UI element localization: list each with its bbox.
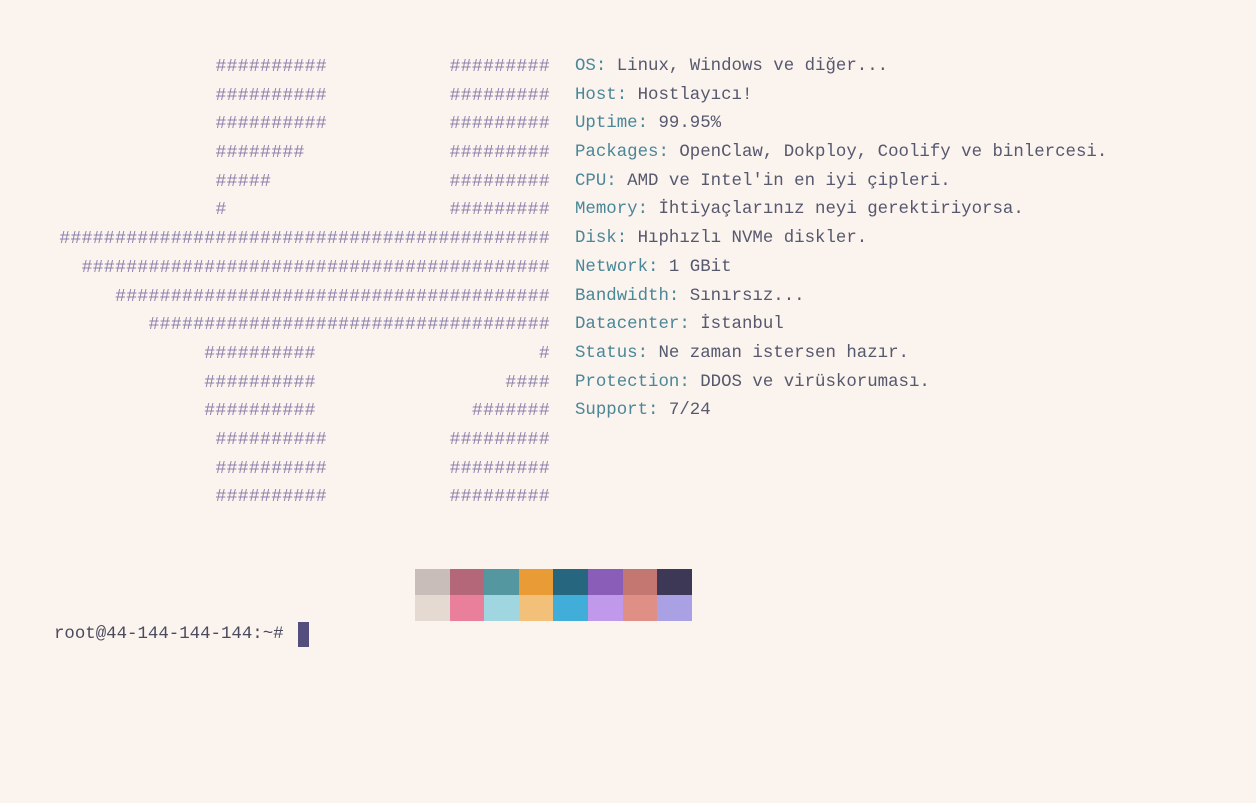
system-info-value: İstanbul	[689, 315, 784, 335]
color-swatch-bright-1	[449, 595, 485, 621]
system-info-key: Memory:	[575, 200, 649, 220]
system-info-value: 7/24	[658, 401, 711, 421]
command-prompt[interactable]: root@44-144-144-144:~#	[54, 621, 310, 648]
system-info-list: OS: Linux, Windows ve diğer... Host: Host…	[575, 53, 1245, 426]
color-swatch-normal-0	[415, 569, 450, 595]
ascii-logo-line: ########## #########	[215, 429, 550, 450]
system-info-key: Status:	[575, 343, 649, 363]
color-swatch-bright-6	[622, 595, 658, 621]
ascii-logo-line: ########################################…	[59, 229, 550, 250]
system-info-row: Bandwidth: Sınırsız...	[575, 283, 1245, 312]
ascii-logo-line: ########## #########	[215, 85, 550, 106]
system-info-value: Hıphızlı NVMe diskler.	[627, 229, 868, 249]
ascii-logo-line: ########## #########	[215, 114, 550, 135]
system-info-key: Support:	[575, 401, 659, 421]
system-info-key: Packages:	[575, 143, 669, 163]
system-info-key: Uptime:	[575, 114, 649, 134]
system-info-value: Sınırsız...	[679, 286, 805, 306]
ascii-logo-line: ########## #########	[215, 57, 550, 77]
ascii-logo-line: ####################################	[148, 315, 550, 336]
system-info-row: CPU: AMD ve Intel'in en iyi çipleri.	[575, 168, 1245, 197]
color-swatch-bright-3	[518, 595, 554, 621]
system-info-value: İhtiyaçlarınız neyi gerektiriyorsa.	[648, 200, 1024, 220]
system-info-value: DDOS ve virüskoruması.	[689, 372, 930, 392]
system-info-row: Packages: OpenClaw, Dokploy, Coolify ve …	[575, 139, 1245, 168]
system-info-value: OpenClaw, Dokploy, Coolify ve binlercesi…	[668, 143, 1108, 163]
system-info-key: Datacenter:	[575, 315, 690, 335]
system-info-row: Status: Ne zaman istersen hazır.	[575, 340, 1245, 369]
system-info-row: Network: 1 GBit	[575, 254, 1245, 283]
ascii-logo-line: ########## #	[204, 343, 550, 364]
system-info-value: Linux, Windows ve diğer...	[606, 57, 889, 76]
text-cursor[interactable]	[298, 622, 310, 647]
system-info-value: 99.95%	[648, 114, 722, 134]
color-swatch-bright-0	[415, 595, 450, 621]
system-info-key: CPU:	[575, 171, 617, 191]
system-info-key: Disk:	[575, 229, 628, 249]
ascii-logo-line: # #########	[215, 200, 550, 221]
system-info-key: Bandwidth:	[575, 286, 680, 306]
system-info-row: Support: 7/24	[575, 397, 1245, 426]
color-swatch-normal-1	[449, 569, 485, 595]
color-swatch-normal-5	[587, 569, 623, 595]
ascii-logo-line: #######################################	[115, 286, 550, 307]
system-info-value: 1 GBit	[658, 257, 732, 277]
system-info-row: Disk: Hıphızlı NVMe diskler.	[575, 225, 1245, 254]
system-info-key: Network:	[575, 257, 659, 277]
ascii-logo-line: ########## ####	[204, 372, 550, 393]
color-swatch-normal-7	[657, 569, 692, 595]
color-palette	[415, 569, 692, 621]
system-info-row: OS: Linux, Windows ve diğer...	[575, 53, 1245, 82]
ascii-logo-line: ########## #########	[215, 487, 550, 508]
system-info-row: Datacenter: İstanbul	[575, 311, 1245, 340]
ascii-logo-line: ########## #######	[204, 401, 550, 422]
system-info-value: Hostlayıcı!	[627, 85, 753, 105]
system-info-value: AMD ve Intel'in en iyi çipleri.	[616, 171, 951, 191]
system-info-key: Protection:	[575, 372, 690, 392]
system-info-row: Protection: DDOS ve virüskoruması.	[575, 369, 1245, 398]
system-info-key: Host:	[575, 85, 628, 105]
color-swatch-bright-4	[553, 595, 588, 621]
color-swatch-bright-7	[657, 595, 692, 621]
ascii-logo: ########## ######### ########## #########…	[0, 53, 550, 512]
ascii-logo-line: ######## #########	[215, 143, 550, 164]
color-swatch-bright-2	[484, 595, 519, 621]
color-swatch-normal-2	[484, 569, 519, 595]
ascii-logo-line: ########################################…	[81, 257, 550, 278]
ascii-logo-line: ########## #########	[215, 458, 550, 479]
prompt-text: root@44-144-144-144:~#	[54, 625, 284, 644]
color-swatch-bright-5	[587, 595, 623, 621]
system-info-value: Ne zaman istersen hazır.	[648, 343, 909, 363]
ascii-logo-line: ##### #########	[215, 171, 550, 192]
system-info-row: Memory: İhtiyaçlarınız neyi gerektiriyor…	[575, 196, 1245, 225]
system-info-row: Host: Hostlayıcı!	[575, 82, 1245, 111]
color-swatch-normal-6	[622, 569, 658, 595]
system-info-key: OS:	[575, 57, 607, 76]
color-swatch-normal-4	[553, 569, 588, 595]
color-swatch-normal-3	[518, 569, 554, 595]
terminal-window[interactable]: ########## ######### ########## #########…	[0, 0, 1256, 803]
system-info-row: Uptime: 99.95%	[575, 110, 1245, 139]
